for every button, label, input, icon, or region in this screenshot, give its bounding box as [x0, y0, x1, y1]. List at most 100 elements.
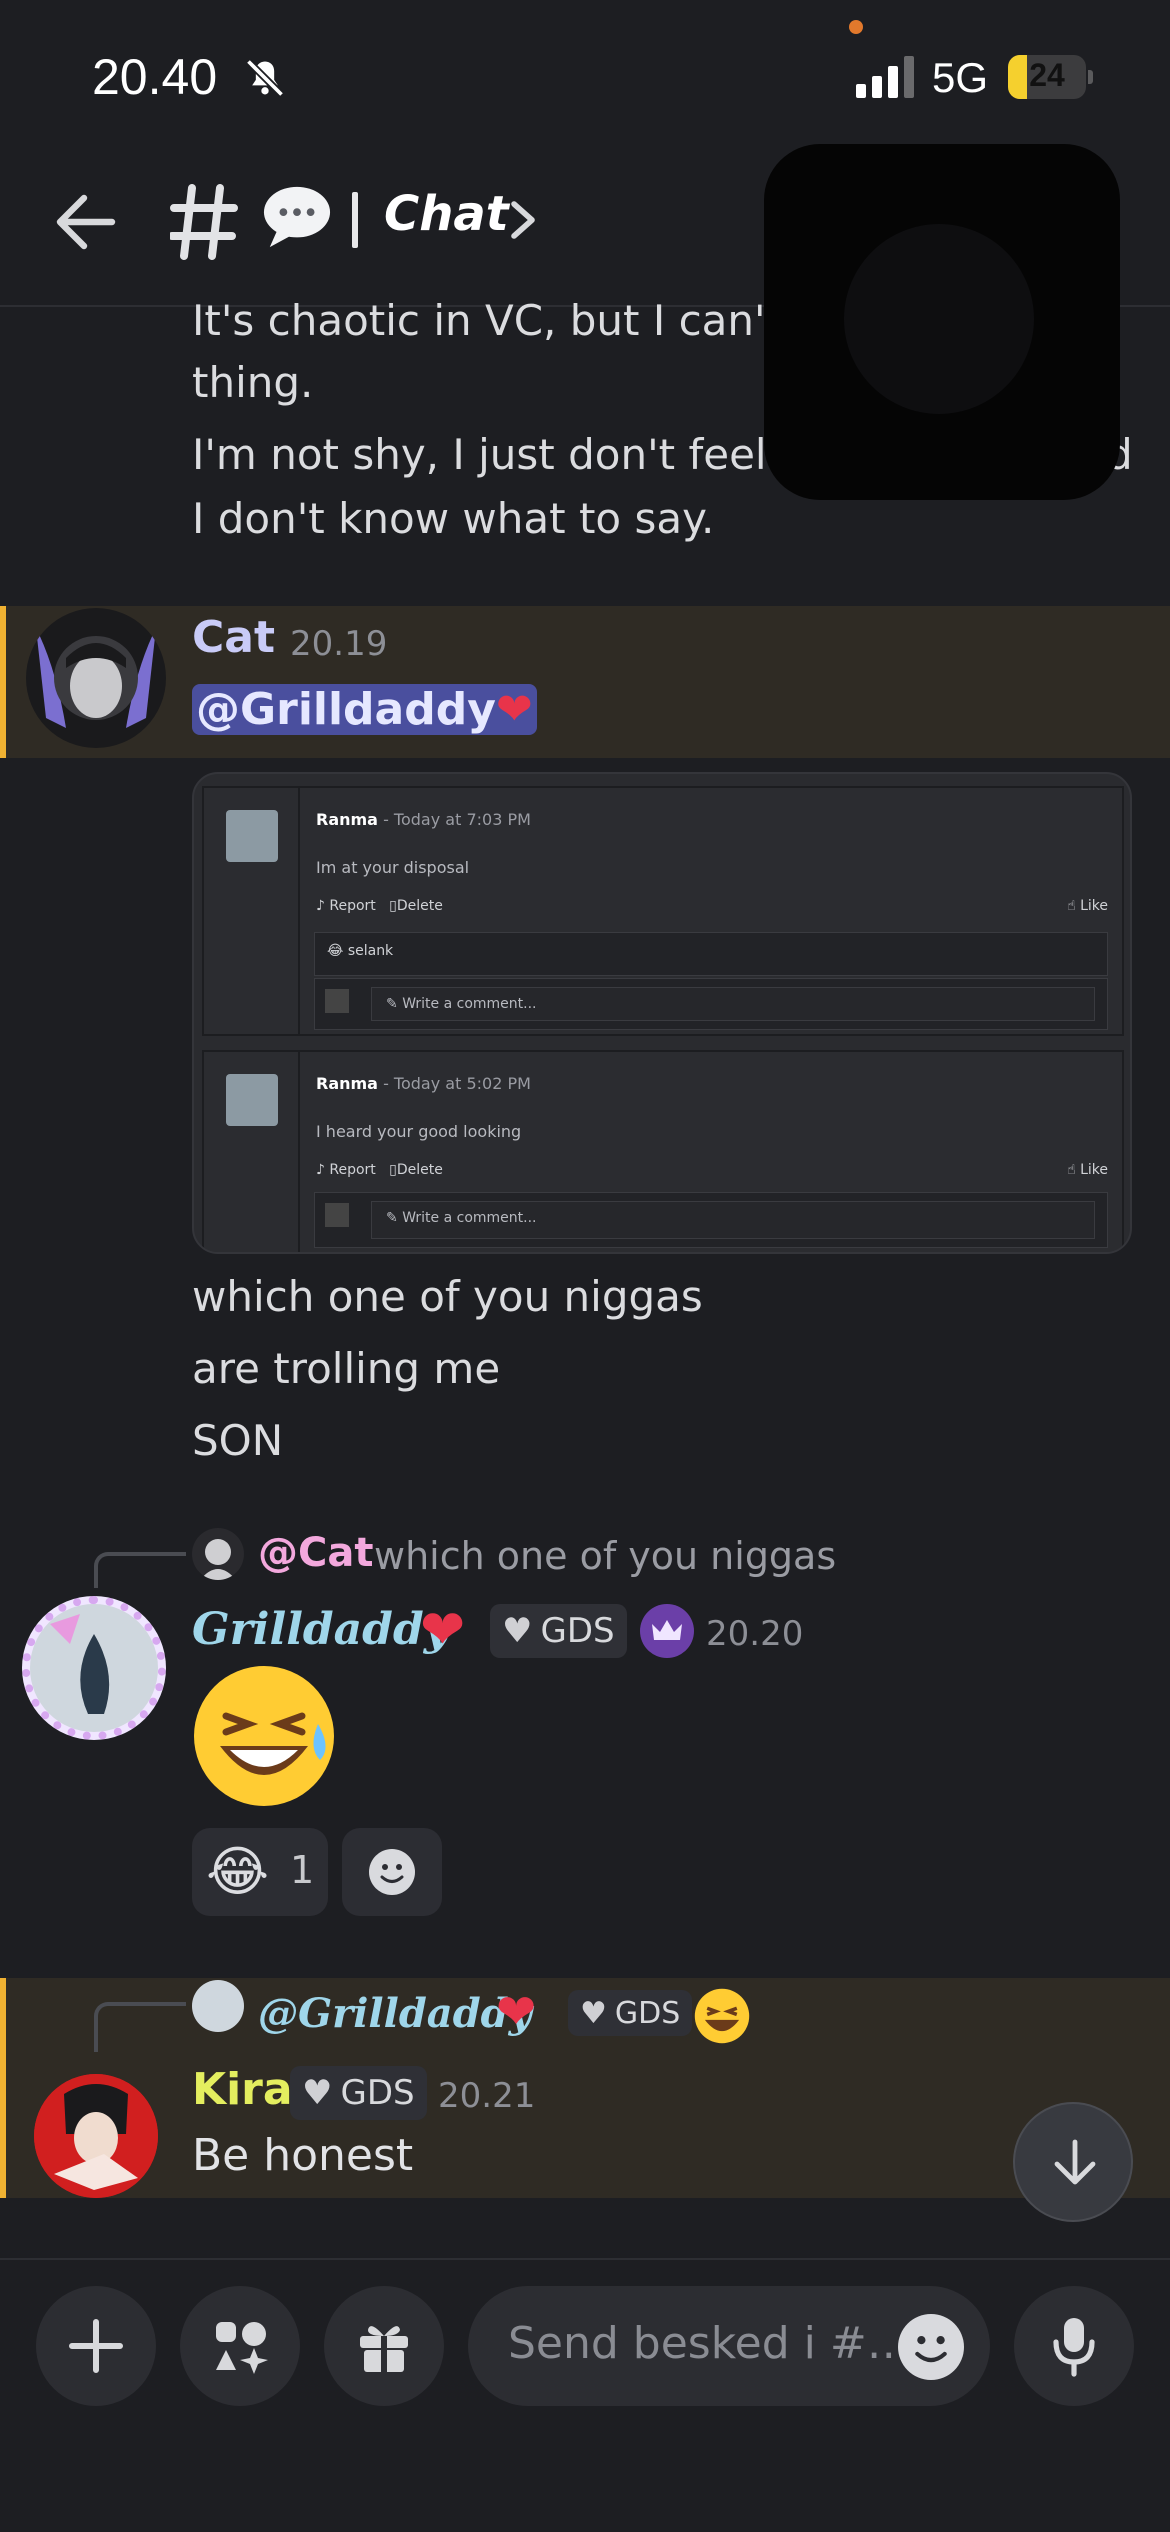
heart-icon: ❤	[496, 1984, 537, 2040]
user-mention[interactable]: @Grilldaddy❤	[192, 684, 537, 735]
message-time: 20.20	[706, 1614, 804, 1654]
video-call-pip[interactable]	[764, 144, 1120, 500]
message-text: I'm not shy, I just don't feel lik	[192, 430, 828, 479]
microphone-icon	[1053, 2318, 1095, 2377]
message-text: Be honest	[192, 2130, 414, 2181]
add-attachment-button[interactable]	[36, 2286, 156, 2406]
plus-icon	[69, 2319, 123, 2373]
guild-tag-badge: ♥ GDS	[568, 1990, 693, 2036]
guild-tag: GDS	[340, 2073, 415, 2113]
post-date: - Today at 7:03 PM	[377, 810, 531, 829]
post-report: Report	[329, 898, 376, 914]
channel-name-divider	[352, 192, 358, 248]
post-like: Like	[1080, 898, 1108, 914]
reply-avatar-art	[200, 1539, 236, 1580]
mention-highlight-row	[0, 606, 1170, 758]
post-avatar	[226, 1074, 278, 1126]
privacy-indicator-dot	[849, 20, 863, 34]
heart-icon: ❤	[420, 1598, 466, 1661]
smiley-icon	[369, 1849, 415, 1895]
gift-button[interactable]	[324, 2286, 444, 2406]
comment-box: ✎ Write a comment...	[314, 978, 1108, 1030]
reply-preview[interactable]: which one of you niggas	[374, 1534, 836, 1578]
post-text: I heard your good looking	[316, 1122, 522, 1141]
guild-tag-badge[interactable]: ♥ GDS	[490, 1604, 627, 1658]
message-input-placeholder: Send besked i #…	[508, 2318, 911, 2369]
apps-shapes-icon	[216, 2322, 268, 2374]
post-delete: Delete	[396, 1162, 443, 1178]
reply-connector	[94, 1552, 186, 1588]
comment-placeholder: Write a comment...	[402, 1210, 537, 1226]
laughing-emoji-icon: 😂	[327, 943, 344, 959]
add-reaction-button[interactable]	[342, 1828, 442, 1916]
reply-mention[interactable]: @Cat	[258, 1530, 373, 1576]
thumbs-up-icon: ☝	[1067, 898, 1076, 914]
channel-name[interactable]: Chat	[384, 186, 509, 242]
laughing-sweat-emoji-icon	[694, 1988, 750, 2044]
guild-tag-badge[interactable]: ♥ GDS	[290, 2066, 427, 2120]
cat-avatar-art	[36, 628, 156, 728]
smiley-icon	[915, 2336, 947, 2363]
message-text: thing.	[192, 358, 314, 407]
laughing-sweat-emoji-icon	[192, 1664, 336, 1808]
apps-button[interactable]	[180, 2286, 300, 2406]
channel-hash-icon	[170, 184, 238, 260]
guild-tag: GDS	[540, 1611, 615, 1651]
jump-to-bottom-button[interactable]	[1013, 2102, 1133, 2222]
comment-avatar	[325, 1203, 349, 1227]
username[interactable]: Grilldaddy	[192, 1604, 449, 1655]
mention-line: @Grilldaddy❤	[192, 676, 537, 744]
emoji-picker-button[interactable]	[898, 2314, 964, 2380]
reaction-button[interactable]: 😂 1	[192, 1828, 328, 1916]
post-text: Im at your disposal	[316, 858, 470, 877]
chevron-right-icon[interactable]	[508, 200, 538, 240]
comment-box: ✎ Write a comment...	[314, 1192, 1108, 1248]
post-avatar	[226, 810, 278, 862]
username[interactable]: Kira	[192, 2064, 293, 2115]
username[interactable]: Cat	[192, 612, 275, 663]
voice-message-button[interactable]	[1014, 2286, 1134, 2406]
speech-bubble-icon	[263, 186, 331, 248]
trash-icon: ▯	[389, 1162, 397, 1178]
reply-mention[interactable]: @Grilldaddy	[258, 1990, 532, 2037]
avatar[interactable]	[22, 1596, 166, 1740]
status-time: 20.40	[92, 49, 218, 105]
battery-cap	[1088, 70, 1093, 84]
attached-post: Ranma - Today at 7:03 PM Im at your disp…	[202, 786, 1124, 1036]
heart-badge-icon: ♥	[302, 2073, 333, 2113]
arrow-down-icon	[1054, 2139, 1096, 2185]
network-type: 5G	[932, 54, 989, 101]
gift-icon	[360, 2326, 408, 2372]
laughing-emoji-icon: 😂	[206, 1840, 270, 1903]
bell-icon: ♪	[316, 898, 325, 914]
bell-icon: ♪	[316, 1162, 325, 1178]
reply-avatar	[192, 1528, 244, 1580]
message-text: I don't know what to say.	[192, 494, 715, 543]
comment-avatar	[325, 989, 349, 1013]
post-like: Like	[1080, 1162, 1108, 1178]
reply-connector	[94, 2002, 186, 2052]
grill-avatar-art	[30, 1604, 158, 1732]
message-input[interactable]: Send besked i #…	[468, 2286, 990, 2406]
bell-off-icon	[245, 58, 285, 98]
comment-input: ✎ Write a comment...	[371, 987, 1095, 1021]
post-report: Report	[329, 1162, 376, 1178]
heart-badge-icon: ♥	[502, 1611, 533, 1651]
post-delete: Delete	[396, 898, 443, 914]
message-text: which one of you niggas	[192, 1272, 703, 1321]
battery-icon: 24	[1008, 55, 1086, 99]
message-text: SON	[192, 1416, 284, 1465]
video-participant	[844, 224, 1034, 414]
avatar[interactable]	[34, 2074, 158, 2198]
avatar[interactable]	[26, 608, 166, 748]
pencil-icon: ✎	[386, 996, 398, 1012]
signal-icon	[856, 56, 914, 98]
comment-input: ✎ Write a comment...	[371, 1201, 1095, 1239]
pencil-icon: ✎	[386, 1210, 398, 1226]
mention-text: @Grilldaddy	[196, 684, 496, 735]
image-attachment[interactable]: Ranma - Today at 7:03 PM Im at your disp…	[192, 772, 1132, 1254]
post-comment: 😂 selank	[314, 932, 1108, 976]
back-arrow-icon[interactable]	[52, 192, 116, 252]
message-text: It's chaotic in VC, but I can't	[192, 296, 783, 345]
heart-badge-icon: ♥	[580, 1995, 607, 2031]
